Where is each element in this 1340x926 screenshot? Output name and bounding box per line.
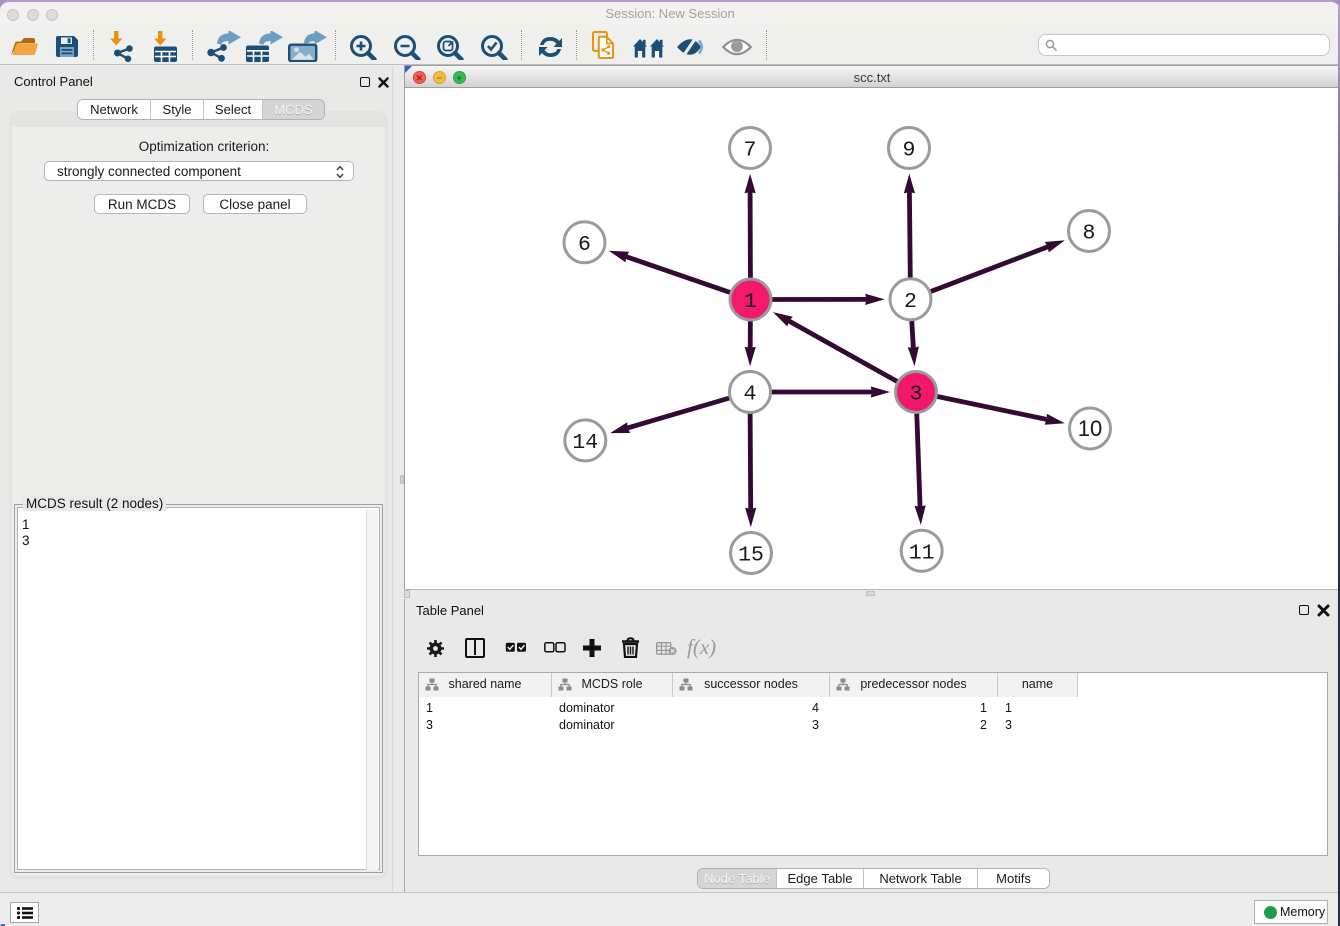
svg-text:10: 10 bbox=[1078, 416, 1102, 441]
svg-text:14: 14 bbox=[572, 431, 598, 455]
svg-text:7: 7 bbox=[744, 139, 757, 163]
svg-text:2: 2 bbox=[904, 290, 917, 314]
svg-text:4: 4 bbox=[744, 383, 757, 407]
svg-text:1: 1 bbox=[744, 290, 757, 314]
svg-text:9: 9 bbox=[903, 139, 916, 163]
svg-text:8: 8 bbox=[1083, 222, 1096, 246]
svg-text:11: 11 bbox=[909, 541, 935, 565]
svg-text:15: 15 bbox=[738, 544, 764, 568]
svg-text:6: 6 bbox=[578, 233, 591, 257]
svg-text:3: 3 bbox=[910, 383, 923, 407]
